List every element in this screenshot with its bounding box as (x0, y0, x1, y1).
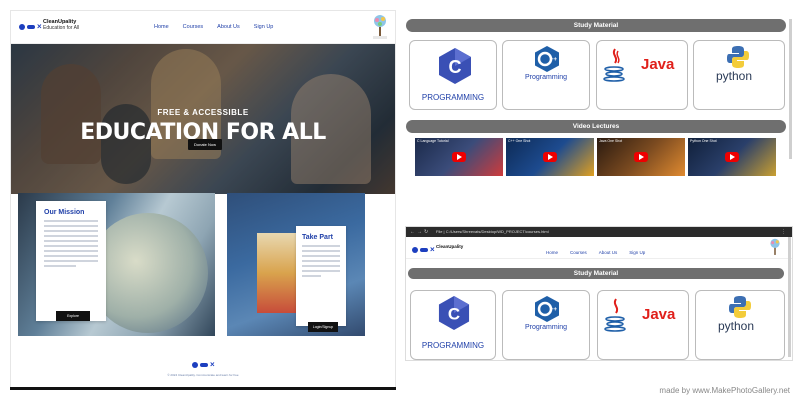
nav-signup[interactable]: Sign Up (254, 24, 274, 30)
study-material-bar: Study Material (406, 19, 786, 32)
course-label-cpp: Programming (524, 324, 567, 331)
course-card-python[interactable]: python (695, 290, 785, 360)
svg-text:C: C (449, 57, 462, 77)
tree-logo-icon (373, 15, 387, 39)
video-caption-c: C Language Tutorial (417, 139, 449, 143)
browser-toolbar: ← → ↻ File | C:/Users/Shreevats/Desktop/… (406, 227, 792, 237)
footer-bar (10, 387, 396, 390)
course-card-cpp[interactable]: ++ Programming (502, 40, 590, 110)
course-label-c: PROGRAMMING (421, 341, 485, 350)
youtube-play-icon (543, 152, 557, 162)
course-label-java: Java (641, 56, 675, 73)
course-card-c[interactable]: C PROGRAMMING (409, 40, 497, 110)
hero-subtitle: FREE & ACCESSIBLE (157, 108, 249, 117)
java-icon (604, 298, 626, 332)
browser-page-navbar: × CleanUpality Home Courses About Us Sig… (406, 237, 792, 259)
browser-scrollbar[interactable] (788, 237, 791, 357)
course-card-java[interactable]: Java (596, 40, 688, 110)
takepart-title: Take Part (302, 234, 333, 241)
course-label-python: python (716, 69, 753, 83)
brand-tagline: Education for All (43, 25, 80, 31)
nav-courses[interactable]: Courses (570, 250, 587, 255)
cpp-language-icon: ++ (535, 296, 559, 322)
svg-text:C: C (448, 305, 460, 324)
hero-banner: FREE & ACCESSIBLE EDUCATION FOR ALL (11, 44, 395, 194)
course-card-java[interactable]: Java (597, 290, 689, 360)
nav-about[interactable]: About Us (599, 250, 618, 255)
course-label-c: PROGRAMMING (421, 93, 485, 102)
study-material-bar: Study Material (408, 268, 784, 279)
course-label-java: Java (642, 306, 676, 323)
nav-home[interactable]: Home (154, 24, 169, 30)
c-language-icon: C (438, 296, 470, 330)
watermark-text: made by www.MakePhotoGallery.net (659, 386, 790, 395)
video-caption-cpp: C++ One Shot (508, 139, 531, 143)
donate-button[interactable]: Donate Now (188, 139, 222, 150)
video-lectures-row: C Language Tutorial C++ One Shot Java On… (415, 138, 785, 176)
back-arrow-icon[interactable]: ← (410, 229, 415, 235)
course-card-python[interactable]: python (693, 40, 785, 110)
cpp-language-icon: ++ (535, 46, 559, 72)
courses-scrollbar[interactable] (789, 19, 792, 159)
tree-logo-icon (770, 238, 780, 255)
nav-home[interactable]: Home (546, 250, 558, 255)
youtube-play-icon (725, 152, 739, 162)
svg-text:++: ++ (550, 307, 558, 313)
forward-arrow-icon[interactable]: → (417, 229, 422, 235)
mission-title: Our Mission (44, 209, 85, 216)
video-thumb-python[interactable]: Python One Shot (688, 138, 776, 176)
video-caption-java: Java One Shot (599, 139, 623, 143)
video-thumb-java[interactable]: Java One Shot (597, 138, 685, 176)
svg-text:++: ++ (550, 57, 558, 63)
footer-logo-icon: × (192, 361, 215, 369)
python-icon (729, 296, 751, 318)
video-thumb-cpp[interactable]: C++ One Shot (506, 138, 594, 176)
video-caption-python: Python One Shot (690, 139, 717, 143)
course-card-c[interactable]: C PROGRAMMING (410, 290, 496, 360)
reload-icon[interactable]: ↻ (424, 229, 428, 235)
explore-button[interactable]: Explore (56, 311, 90, 321)
nav-links: Home Courses About Us Sign Up (154, 24, 273, 30)
address-bar[interactable]: File | C:/Users/Shreevats/Desktop/WD_PRO… (436, 229, 549, 234)
nav-signup[interactable]: Sign Up (629, 250, 645, 255)
java-icon (603, 48, 625, 82)
python-icon (727, 46, 749, 68)
logo-icon: × (19, 23, 42, 31)
home-navbar: × CleanUpality Education for All Home Co… (11, 11, 395, 44)
brand-name: CleanUpality (436, 244, 464, 249)
youtube-play-icon (452, 152, 466, 162)
nav-courses[interactable]: Courses (183, 24, 203, 30)
footer-copyright: © 2024 CleanUpality. Communicate and lea… (167, 373, 239, 377)
youtube-play-icon (634, 152, 648, 162)
nav-links: Home Courses About Us Sign Up (546, 250, 645, 255)
browser-window: ← → ↻ File | C:/Users/Shreevats/Desktop/… (405, 226, 793, 361)
brand: CleanUpality Education for All (43, 19, 79, 31)
takepart-card: Take Part Login/Signup (296, 226, 346, 332)
menu-icon[interactable]: ⋮ (781, 229, 786, 235)
course-label-cpp: Programming (524, 74, 567, 81)
video-thumb-c[interactable]: C Language Tutorial (415, 138, 503, 176)
c-language-icon: C (439, 48, 471, 84)
logo-icon: × (412, 246, 435, 254)
mission-card: Our Mission Explore (36, 201, 106, 321)
nav-about[interactable]: About Us (217, 24, 240, 30)
course-label-python: python (718, 319, 755, 333)
video-lectures-bar: Video Lectures (406, 120, 786, 133)
course-card-cpp[interactable]: ++ Programming (502, 290, 590, 360)
login-signup-button[interactable]: Login/Signup (308, 322, 338, 332)
